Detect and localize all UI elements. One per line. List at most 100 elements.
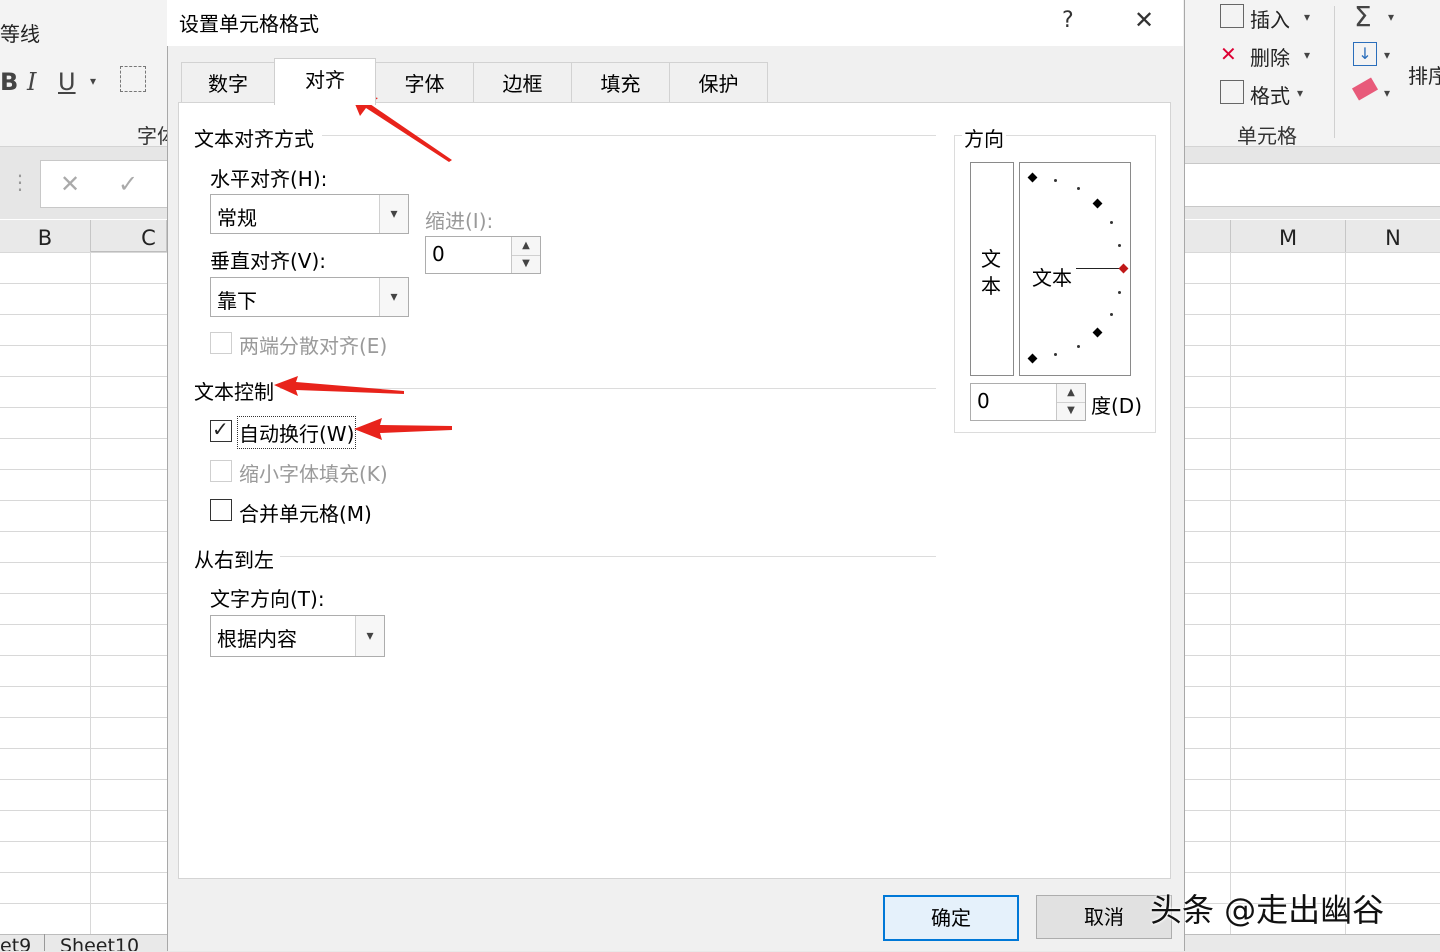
dialog-title: 设置单元格格式: [179, 12, 319, 36]
orientation-dial-text: 文本: [1032, 266, 1072, 290]
bold-button[interactable]: B: [0, 68, 18, 96]
vertical-align-select[interactable]: 靠下 ▾: [210, 277, 409, 317]
watermark: 头条 @走出幽谷: [1150, 891, 1385, 929]
merge-cells-label[interactable]: 合并单元格(M): [239, 498, 372, 527]
dialog-titlebar[interactable]: [167, 0, 1183, 46]
font-name-box[interactable]: 等线: [0, 18, 40, 47]
chevron-down-icon[interactable]: ▾: [355, 616, 384, 656]
dial-mark: [1054, 179, 1057, 182]
chevron-down-icon[interactable]: ▾: [379, 278, 408, 316]
sheet-tab-9[interactable]: et9: [0, 934, 45, 951]
confirm-entry-icon[interactable]: ✓: [118, 170, 138, 198]
insert-button[interactable]: 插入: [1250, 4, 1290, 33]
help-button[interactable]: ?: [1062, 8, 1074, 33]
vertical-align-value: 靠下: [217, 289, 257, 313]
insert-dropdown-icon[interactable]: ▾: [1304, 10, 1310, 24]
grid-col-line: [1345, 252, 1346, 936]
formula-grip-icon: ⋮: [10, 170, 30, 194]
tab-alignment[interactable]: 对齐: [274, 58, 376, 105]
spin-down-icon[interactable]: ▼: [1057, 402, 1085, 420]
dial-mark: [1110, 313, 1113, 316]
dial-mark: [1118, 291, 1121, 294]
ribbon-group-divider: [1334, 6, 1335, 138]
borders-icon[interactable]: [120, 66, 146, 92]
cancel-entry-icon[interactable]: ✕: [60, 170, 80, 198]
indent-spinner[interactable]: 0 ▲ ▼: [425, 236, 541, 274]
right-to-left-section-title: 从右到左: [194, 548, 274, 572]
shrink-to-fit-checkbox[interactable]: [210, 460, 232, 482]
grid-col-line: [1230, 252, 1231, 936]
check-icon: ✓: [212, 417, 229, 441]
text-alignment-section-title: 文本对齐方式: [194, 127, 314, 151]
degrees-spin-buttons: ▲ ▼: [1056, 384, 1085, 420]
justify-distributed-checkbox[interactable]: [210, 332, 232, 354]
wrap-text-checkbox[interactable]: ✓: [210, 417, 232, 442]
dial-mark: [1054, 353, 1057, 356]
format-button[interactable]: 格式: [1250, 80, 1290, 109]
indent-value[interactable]: 0: [432, 242, 445, 266]
annotation-arrow-wrap-text: [354, 418, 452, 440]
dial-mark: [1110, 221, 1113, 224]
text-direction-value: 根据内容: [217, 627, 297, 651]
vertical-text-char-1: 文: [981, 247, 1001, 271]
tab-border[interactable]: 边框: [473, 62, 572, 103]
dial-mark: [1077, 345, 1080, 348]
grid-col-line: [90, 252, 91, 936]
autosum-dropdown-icon[interactable]: ▾: [1388, 10, 1394, 24]
column-header-n[interactable]: N: [1346, 220, 1440, 253]
vertical-text-char-2: 本: [981, 274, 1001, 298]
chevron-down-icon[interactable]: ▾: [379, 195, 408, 233]
delete-dropdown-icon[interactable]: ▾: [1304, 48, 1310, 62]
degrees-label: 度(D): [1091, 394, 1143, 418]
sheet-tab-10[interactable]: Sheet10: [60, 934, 160, 951]
formula-input[interactable]: [1184, 163, 1440, 207]
horizontal-align-label: 水平对齐(H):: [210, 167, 328, 191]
shrink-to-fit-label: 缩小字体填充(K): [239, 462, 388, 486]
underline-dropdown-icon[interactable]: ▾: [90, 74, 96, 88]
column-header-m[interactable]: M: [1231, 220, 1346, 253]
text-control-section-title: 文本控制: [194, 380, 274, 404]
italic-button[interactable]: I: [27, 68, 36, 96]
wrap-text-label[interactable]: 自动换行(W): [236, 416, 357, 449]
indent-spin-buttons: ▲ ▼: [511, 237, 540, 273]
justify-distributed-label: 两端分散对齐(E): [239, 334, 388, 358]
column-header-b[interactable]: B: [0, 220, 91, 253]
vertical-align-label: 垂直对齐(V):: [210, 249, 327, 273]
orientation-needle: [1076, 268, 1122, 269]
tab-protection[interactable]: 保护: [669, 62, 768, 103]
spin-down-icon[interactable]: ▼: [512, 255, 540, 273]
fill-dropdown-icon[interactable]: ▾: [1384, 48, 1390, 62]
text-direction-select[interactable]: 根据内容 ▾: [210, 615, 385, 657]
spin-up-icon[interactable]: ▲: [512, 237, 540, 256]
section-separator: [280, 556, 936, 557]
cells-group-label: 单元格: [1237, 124, 1297, 148]
degrees-value[interactable]: 0: [977, 389, 990, 413]
clear-dropdown-icon[interactable]: ▾: [1384, 86, 1390, 100]
annotation-arrow-text-control: [274, 376, 404, 396]
format-cells-icon: [1220, 80, 1244, 104]
tab-fill[interactable]: 填充: [571, 62, 670, 103]
close-icon[interactable]: ✕: [1134, 6, 1154, 34]
orientation-section-title: 方向: [962, 123, 1006, 152]
underline-button[interactable]: U: [58, 68, 76, 96]
horizontal-align-value: 常规: [217, 206, 257, 230]
sort-filter-button[interactable]: 排序: [1408, 60, 1440, 89]
ok-button[interactable]: 确定: [883, 895, 1019, 941]
tab-number[interactable]: 数字: [181, 62, 275, 103]
insert-cells-icon: [1220, 4, 1244, 28]
dial-mark: [1077, 187, 1080, 190]
text-direction-label: 文字方向(T):: [210, 587, 325, 611]
column-header-l-fragment[interactable]: [1184, 220, 1231, 253]
indent-label: 缩进(I):: [425, 209, 494, 233]
autosum-icon[interactable]: Σ: [1354, 0, 1372, 33]
spin-up-icon[interactable]: ▲: [1057, 384, 1085, 403]
delete-button[interactable]: 删除: [1250, 42, 1290, 71]
fill-down-icon[interactable]: ↓: [1353, 42, 1377, 66]
format-dropdown-icon[interactable]: ▾: [1297, 86, 1303, 100]
dial-mark: [1118, 244, 1121, 247]
horizontal-align-select[interactable]: 常规 ▾: [210, 194, 409, 234]
merge-cells-checkbox[interactable]: [210, 499, 232, 521]
column-header-c[interactable]: C: [91, 220, 167, 252]
delete-cells-icon: ✕: [1220, 42, 1237, 66]
degrees-spinner[interactable]: 0 ▲ ▼: [970, 383, 1086, 421]
